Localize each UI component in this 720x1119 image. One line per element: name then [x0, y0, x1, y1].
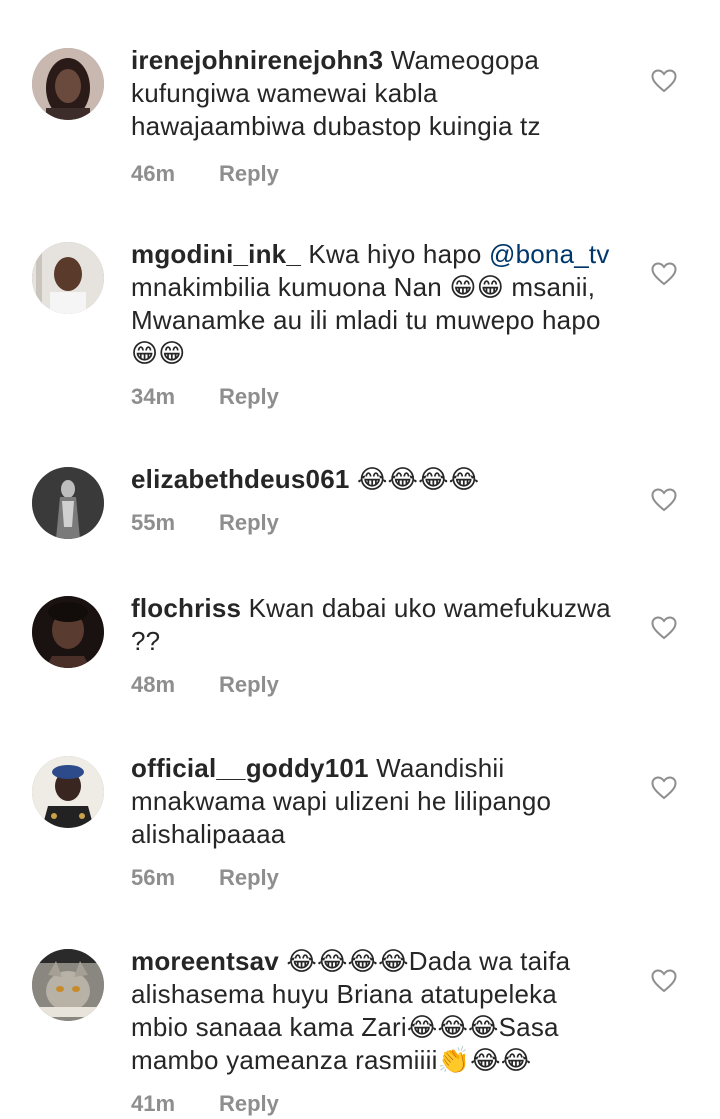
reply-button[interactable]: Reply [219, 159, 279, 189]
comment-meta: 34m Reply [131, 382, 611, 412]
avatar[interactable] [32, 467, 104, 539]
comment-text: mgodini_ink_ Kwa hiyo hapo @bona_tv mnak… [131, 238, 611, 370]
username-link[interactable]: mgodini_ink_ [131, 239, 301, 269]
comment-timestamp: 46m [131, 161, 176, 186]
comment-body: 😂😂😂😂 [349, 464, 480, 494]
comment-timestamp: 34m [131, 384, 176, 409]
comment-body-continued: mnakimbilia kumuona Nan 😁😁 msanii, Mwana… [131, 272, 601, 368]
heart-outline-icon[interactable] [651, 69, 677, 93]
heart-outline-icon[interactable] [651, 616, 677, 640]
avatar[interactable] [32, 756, 104, 828]
reply-button[interactable]: Reply [219, 863, 279, 893]
comment-timestamp: 56m [131, 865, 176, 890]
avatar[interactable] [32, 242, 104, 314]
comment-text: flochriss Kwan dabai uko wamefukuzwa ?? [131, 592, 611, 658]
comment-meta: 41m Reply [131, 1089, 611, 1119]
heart-outline-icon[interactable] [651, 488, 677, 512]
comment-timestamp: 55m [131, 510, 176, 535]
heart-outline-icon[interactable] [651, 262, 677, 286]
comment-meta: 48m Reply [131, 670, 611, 700]
comment-meta: 56m Reply [131, 863, 611, 893]
reply-button[interactable]: Reply [219, 508, 279, 538]
username-link[interactable]: flochriss [131, 593, 241, 623]
mention-link[interactable]: @bona_tv [489, 239, 610, 269]
avatar[interactable] [32, 48, 104, 120]
avatar[interactable] [32, 949, 104, 1021]
comment-timestamp: 41m [131, 1091, 176, 1116]
username-link[interactable]: moreentsav [131, 946, 279, 976]
comment-timestamp: 48m [131, 672, 176, 697]
comment-meta: 55m Reply [131, 508, 611, 538]
avatar[interactable] [32, 596, 104, 668]
heart-outline-icon[interactable] [651, 776, 677, 800]
comment-text: elizabethdeus061 😂😂😂😂 [131, 463, 611, 496]
heart-outline-icon[interactable] [651, 969, 677, 993]
username-link[interactable]: official__goddy101 [131, 753, 369, 783]
comment-text: official__goddy101 Waandishii mnakwama w… [131, 752, 611, 851]
comment-text: irenejohnirenejohn3 Wameogopa kufungiwa … [131, 44, 611, 143]
comment-text: moreentsav 😂😂😂😂Dada wa taifa alishasema … [131, 945, 611, 1077]
username-link[interactable]: irenejohnirenejohn3 [131, 45, 383, 75]
comment-meta: 46m Reply [131, 159, 611, 189]
reply-button[interactable]: Reply [219, 670, 279, 700]
comment-body: Kwa hiyo hapo [300, 239, 489, 269]
reply-button[interactable]: Reply [219, 1089, 279, 1119]
reply-button[interactable]: Reply [219, 382, 279, 412]
username-link[interactable]: elizabethdeus061 [131, 464, 350, 494]
